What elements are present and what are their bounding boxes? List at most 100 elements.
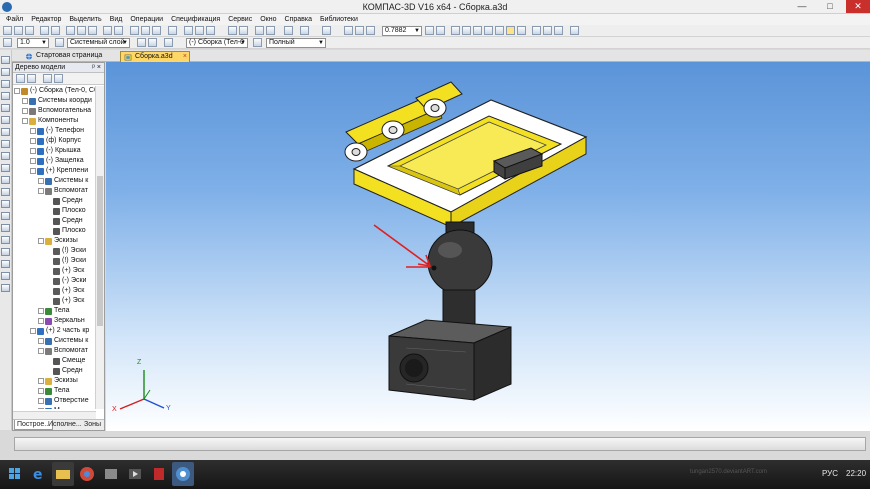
tree-expander-icon[interactable]: [38, 398, 44, 404]
move-component-icon[interactable]: [228, 26, 237, 35]
clock[interactable]: 22:20: [846, 469, 866, 478]
panel-mates-icon[interactable]: [1, 224, 10, 232]
pen-icon[interactable]: [255, 26, 264, 35]
tree-node[interactable]: Эскизы: [45, 236, 78, 246]
component-visibility-icon[interactable]: [570, 26, 579, 35]
tree-node[interactable]: (+) Эск: [53, 296, 84, 306]
tree-node[interactable]: Плоско: [53, 226, 86, 236]
tree-horizontal-scrollbar[interactable]: [13, 411, 96, 419]
panel-aux-icon[interactable]: [1, 248, 10, 256]
pdf-icon[interactable]: [148, 462, 170, 486]
tab-executions[interactable]: Исполне...: [46, 420, 84, 430]
tree-node[interactable]: Тела: [45, 386, 70, 396]
tree-node[interactable]: Вспомогательна: [29, 106, 91, 116]
zoom-window-icon[interactable]: [344, 26, 353, 35]
tree-node[interactable]: Средн: [53, 196, 83, 206]
hidden-lines-icon[interactable]: [473, 26, 482, 35]
mode-combo[interactable]: Полный ▼: [266, 38, 326, 48]
tree-node[interactable]: Системы к: [45, 176, 88, 186]
tree-node[interactable]: (-) Крышка: [37, 146, 81, 156]
section-icon[interactable]: [517, 26, 526, 35]
perspective-icon[interactable]: [506, 26, 515, 35]
library-manager-icon[interactable]: [141, 26, 150, 35]
panel-pipes-icon[interactable]: [1, 272, 10, 280]
panel-geometry-icon[interactable]: [1, 68, 10, 76]
tree-node[interactable]: (!) Эски: [53, 256, 86, 266]
tree-node[interactable]: (!) Эски: [53, 246, 86, 256]
tree-node[interactable]: Смеще: [53, 356, 85, 366]
tree-node[interactable]: Отверстие: [45, 396, 89, 406]
shaded-icon[interactable]: [484, 26, 493, 35]
media-icon[interactable]: [100, 462, 122, 486]
undo-icon[interactable]: [103, 26, 112, 35]
panel-surfaces-icon[interactable]: [1, 128, 10, 136]
panel-filters-icon[interactable]: [1, 152, 10, 160]
tree-node[interactable]: (-) Сборка (Тел-0, Сб: [21, 86, 96, 96]
menu-edit[interactable]: Редактор: [27, 14, 65, 25]
tree-node[interactable]: (+) Эск: [53, 286, 84, 296]
tree-view-mode-icon[interactable]: [16, 74, 25, 83]
redo-icon[interactable]: [114, 26, 123, 35]
tree-node[interactable]: (+) Эск: [53, 266, 84, 276]
mode-icon[interactable]: [253, 38, 262, 47]
player-icon[interactable]: [124, 462, 146, 486]
copy-icon[interactable]: [77, 26, 86, 35]
tree-node[interactable]: Компоненты: [29, 116, 78, 126]
scale-combo[interactable]: 1.0 ▼: [17, 38, 49, 48]
menu-help[interactable]: Справка: [281, 14, 316, 25]
tree-expander-icon[interactable]: [38, 318, 44, 324]
tab-assembly-document[interactable]: Сборка.a3d ×: [120, 51, 190, 62]
cut-icon[interactable]: [66, 26, 75, 35]
tree-expander-icon[interactable]: [38, 378, 44, 384]
panel-parts-icon[interactable]: [1, 92, 10, 100]
open-file-icon[interactable]: [14, 26, 23, 35]
tab-close-icon[interactable]: ×: [183, 52, 187, 62]
tree-expander-icon[interactable]: [38, 238, 44, 244]
panel-reports-icon[interactable]: [1, 176, 10, 184]
view-filter-icon[interactable]: [532, 26, 541, 35]
tree-node[interactable]: (-) Эски: [53, 276, 86, 286]
selection-icon[interactable]: [300, 26, 309, 35]
zoom-in-icon[interactable]: [355, 26, 364, 35]
mass-properties-icon[interactable]: [206, 26, 215, 35]
panel-curves-icon[interactable]: [1, 236, 10, 244]
tree-expander-icon[interactable]: [30, 158, 36, 164]
tree-filter-icon[interactable]: [43, 74, 52, 83]
layer-icon[interactable]: [55, 38, 64, 47]
tree-node[interactable]: Вспомогат: [45, 186, 88, 196]
orientation-icon[interactable]: [451, 26, 460, 35]
new-file-icon[interactable]: [3, 26, 12, 35]
menu-specification[interactable]: Спецификация: [167, 14, 224, 25]
kompas-icon[interactable]: [172, 462, 194, 486]
coordinates-icon[interactable]: [137, 38, 146, 47]
tab-start-page[interactable]: Стартовая страница: [22, 51, 118, 62]
tree-node[interactable]: Вспомогат: [45, 346, 88, 356]
tab-zones[interactable]: Зоны: [82, 420, 103, 430]
panel-spec-icon[interactable]: [1, 164, 10, 172]
orientation-combo-icon[interactable]: [148, 38, 157, 47]
properties-icon[interactable]: [130, 26, 139, 35]
maximize-button[interactable]: □: [818, 0, 842, 13]
panel-symbols-icon[interactable]: [1, 212, 10, 220]
tree-node[interactable]: (-) Защелка: [37, 156, 84, 166]
paste-icon[interactable]: [88, 26, 97, 35]
print-icon[interactable]: [40, 26, 49, 35]
refresh-icon[interactable]: [425, 26, 434, 35]
tree-expander-icon[interactable]: [38, 308, 44, 314]
scroll-thumb[interactable]: [97, 176, 103, 326]
start-icon[interactable]: [4, 462, 26, 486]
tree-expander-icon[interactable]: [38, 188, 44, 194]
tree-node[interactable]: Средн: [53, 366, 83, 376]
menu-file[interactable]: Файл: [2, 14, 27, 25]
manager-icon[interactable]: [184, 26, 193, 35]
tree-expander-icon[interactable]: [38, 388, 44, 394]
panel-sheet-icon[interactable]: [1, 116, 10, 124]
tree-structure-icon[interactable]: [27, 74, 36, 83]
tree-expander-icon[interactable]: [38, 178, 44, 184]
tree-node[interactable]: (-) Телефон: [37, 126, 84, 136]
ie-icon[interactable]: e: [28, 462, 50, 486]
panel-welding-icon[interactable]: [1, 260, 10, 268]
zoom-out-icon[interactable]: [366, 26, 375, 35]
filter-icon[interactable]: [284, 26, 293, 35]
tree-node[interactable]: М...: [45, 406, 66, 409]
